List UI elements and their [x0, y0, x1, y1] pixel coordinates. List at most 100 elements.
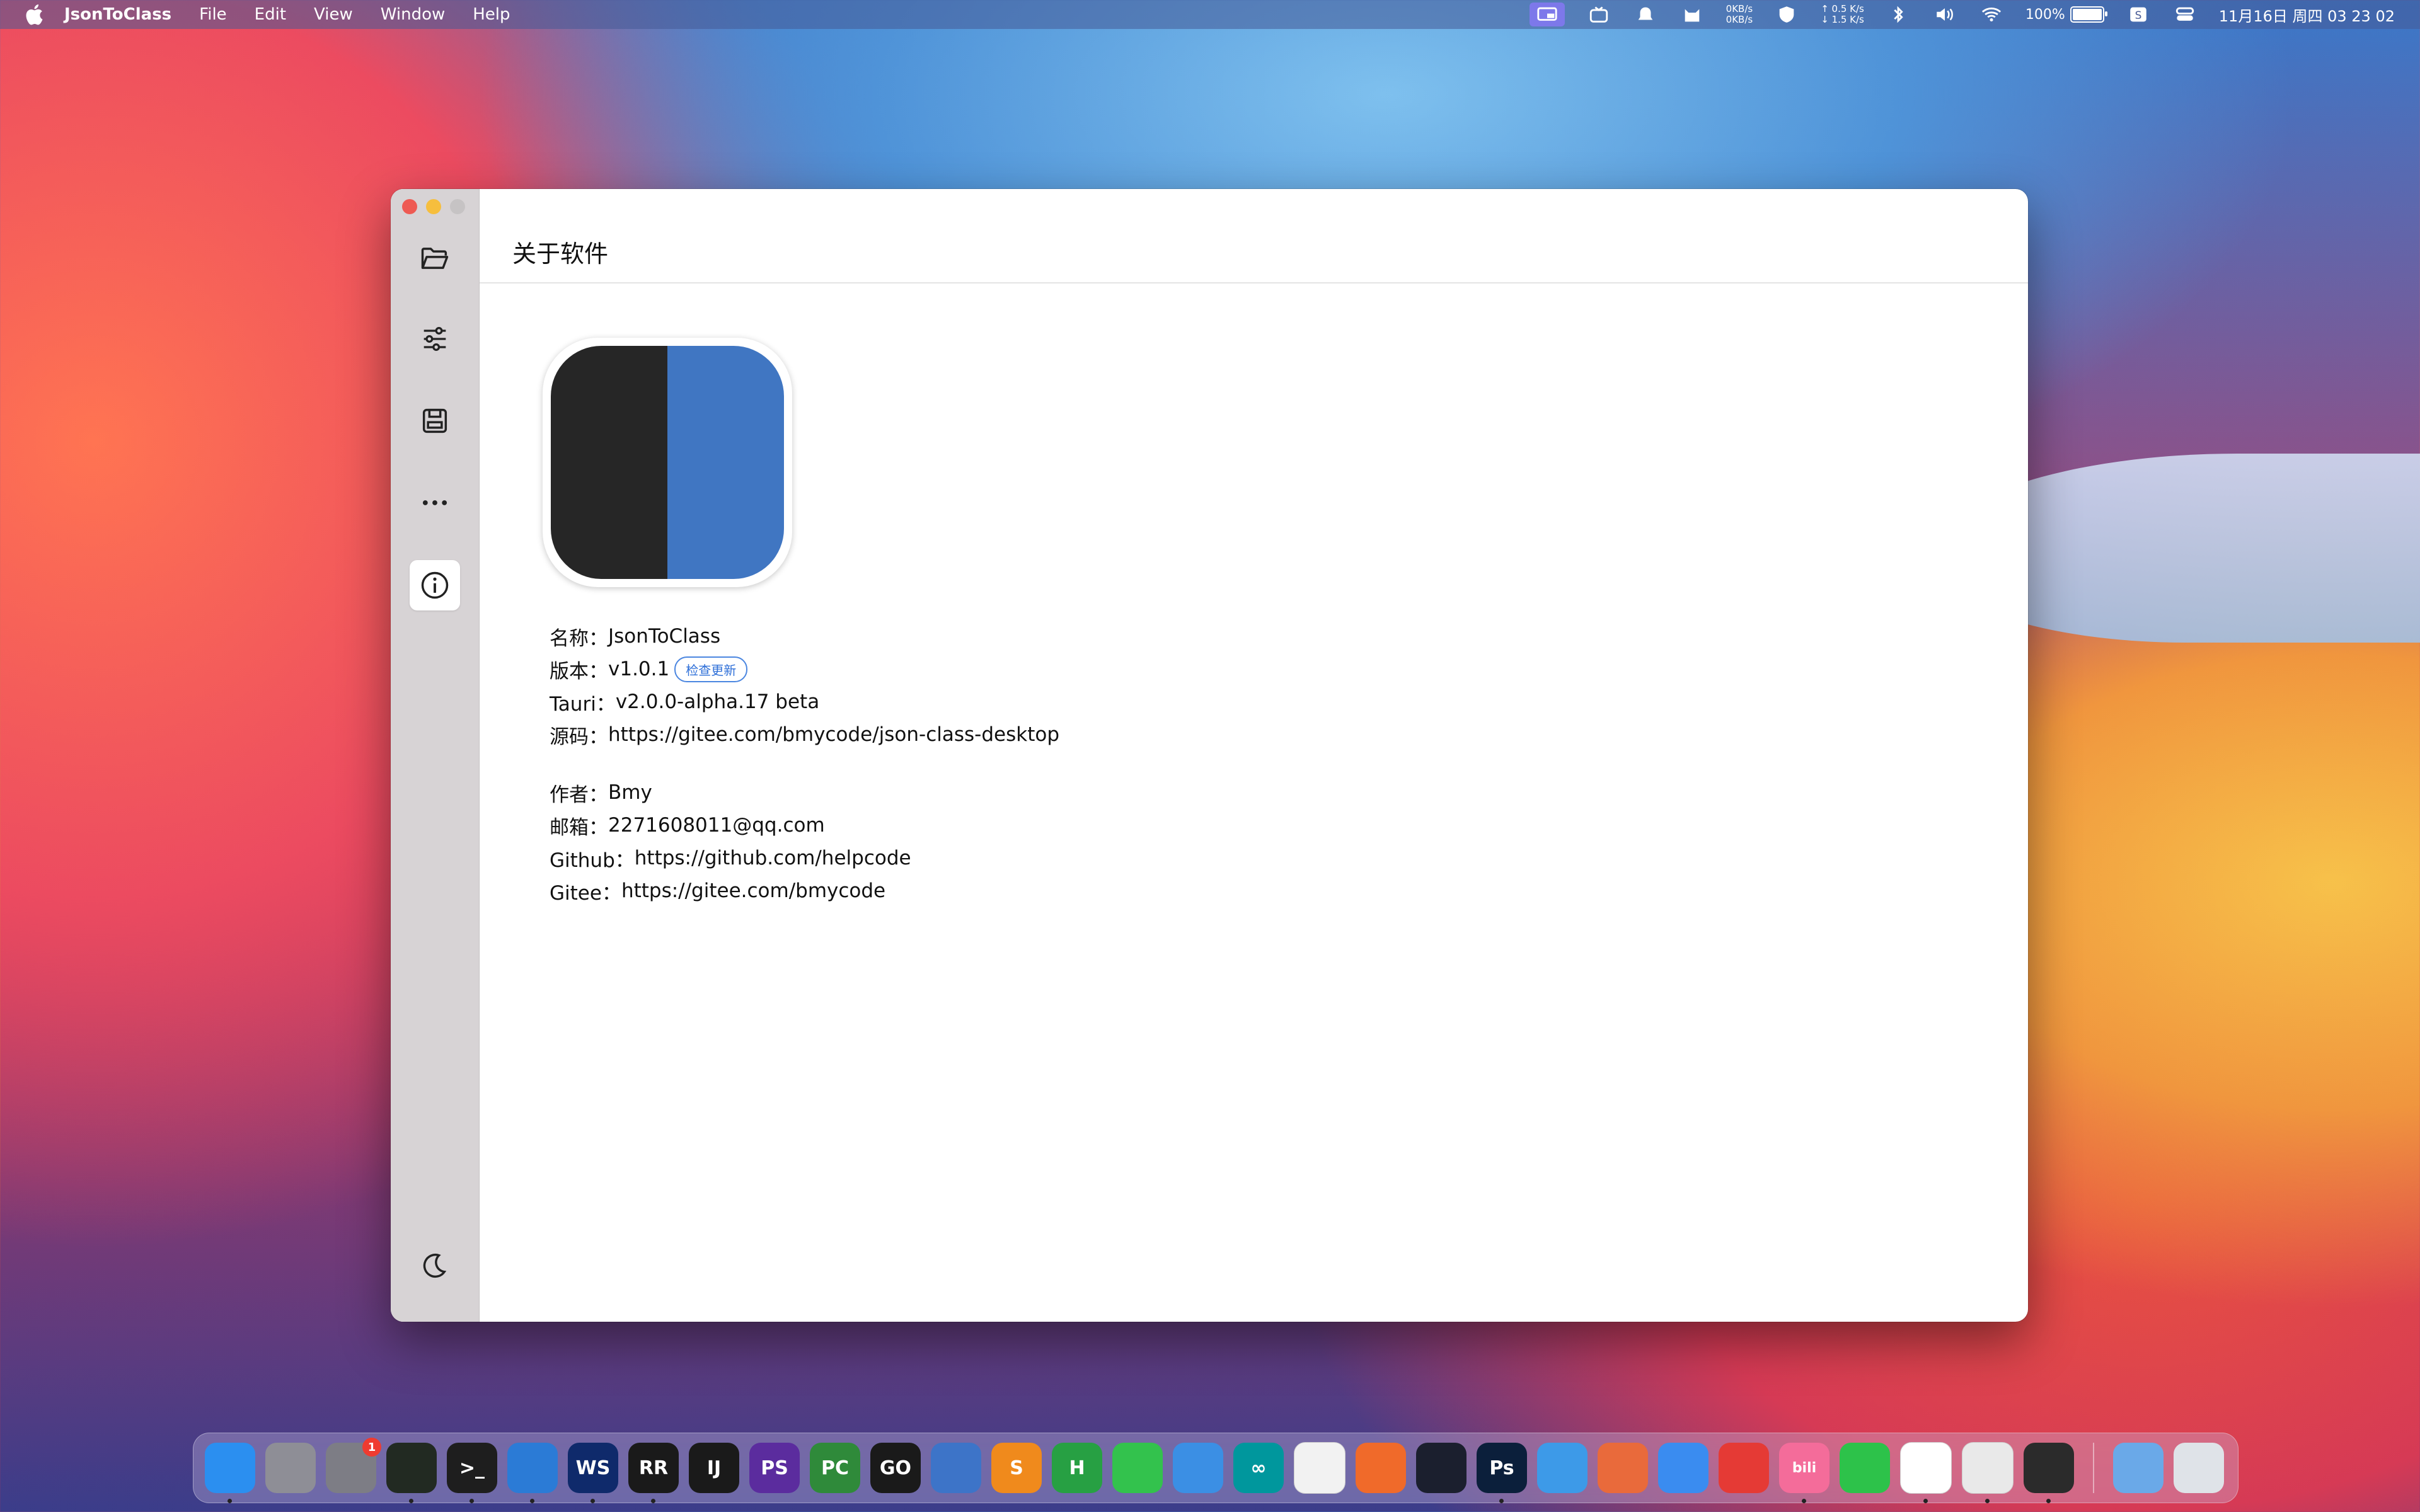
bell-icon[interactable]: [1633, 4, 1658, 25]
sidebar-about-button[interactable]: [410, 560, 460, 610]
info-tauri-row: Tauri： v2.0.0-alpha.17 beta: [550, 685, 1059, 718]
screen-mirror-icon[interactable]: [1529, 3, 1565, 26]
gitee-link[interactable]: https://gitee.com/bmycode: [621, 879, 885, 902]
main-content: 关于软件 名称： JsonToClass 版本： v1.0.1 检查更新 Tau…: [480, 189, 2028, 1322]
netease-music-icon[interactable]: [1719, 1443, 1769, 1493]
github-link[interactable]: https://github.com/helpcode: [635, 847, 911, 869]
volume-icon[interactable]: [1932, 4, 1957, 25]
control-center-icon[interactable]: [2172, 4, 2198, 25]
launchpad-icon[interactable]: [265, 1443, 316, 1493]
save-icon: [422, 408, 447, 433]
source-link[interactable]: https://gitee.com/bmycode/json-class-des…: [608, 723, 1059, 746]
terminal-icon[interactable]: >_: [447, 1443, 497, 1503]
svg-text:S: S: [2135, 9, 2141, 22]
photoshop-icon[interactable]: Ps: [1477, 1443, 1527, 1503]
email-label: 邮箱：: [550, 816, 608, 839]
arduino-icon[interactable]: ∞: [1233, 1443, 1284, 1493]
about-info: 名称： JsonToClass 版本： v1.0.1 检查更新 Tauri： v…: [550, 620, 1059, 907]
goland-icon[interactable]: GO: [870, 1443, 921, 1493]
menu-bar: JsonToClass File Edit View Window Help 0…: [0, 0, 2420, 29]
menu-edit[interactable]: Edit: [255, 5, 286, 24]
info-icon: [421, 571, 449, 599]
running-indicator: [228, 1499, 232, 1503]
pycharm-label: PC: [821, 1457, 849, 1479]
instruments-icon[interactable]: [931, 1443, 981, 1493]
menu-app-name[interactable]: JsonToClass: [64, 5, 171, 24]
database-icon[interactable]: [1537, 1443, 1587, 1493]
running-indicator: [1923, 1499, 1928, 1503]
activity-monitor-icon[interactable]: [386, 1443, 437, 1503]
photos-icon[interactable]: [1294, 1442, 1345, 1494]
info-github-row: Github： https://github.com/helpcode: [550, 842, 1059, 874]
zoom-window-button[interactable]: [450, 199, 465, 214]
sidebar-open-file-button[interactable]: [410, 233, 460, 284]
info-email-row: 邮箱： 2271608011@qq.com: [550, 809, 1059, 842]
net-up-text: ↑ 0.5 K/s: [1821, 3, 1864, 14]
chrome-icon[interactable]: [1962, 1442, 2014, 1503]
page-title: 关于软件: [512, 240, 609, 268]
info-author-row: 作者： Bmy: [550, 776, 1059, 809]
hbuilder-icon[interactable]: H: [1052, 1443, 1102, 1493]
app-window: 关于软件 名称： JsonToClass 版本： v1.0.1 检查更新 Tau…: [391, 189, 2028, 1322]
minimize-window-button[interactable]: [426, 199, 441, 214]
wifi-icon[interactable]: [1979, 4, 2004, 25]
check-update-button[interactable]: 检查更新: [674, 656, 748, 682]
sidebar-settings-button[interactable]: [410, 314, 460, 364]
pen-app-icon[interactable]: [1356, 1443, 1406, 1493]
sidebar: [391, 189, 480, 1322]
system-preferences-icon[interactable]: 1: [326, 1438, 381, 1493]
downloads-folder-icon[interactable]: [2113, 1443, 2164, 1493]
author-label: 作者：: [550, 783, 608, 806]
rider-icon[interactable]: RR: [628, 1443, 679, 1503]
qq-icon[interactable]: [1900, 1442, 1952, 1503]
phpstorm-icon[interactable]: PS: [749, 1443, 800, 1493]
cat-app-icon[interactable]: [1658, 1443, 1708, 1493]
menu-file[interactable]: File: [199, 5, 227, 24]
sidebar-save-button[interactable]: [410, 396, 460, 446]
running-indicator: [470, 1499, 474, 1503]
menubar-clock[interactable]: 11月16日 周四 03 23 02: [2219, 4, 2395, 26]
running-indicator: [1802, 1499, 1806, 1503]
pycharm-icon[interactable]: PC: [810, 1443, 860, 1493]
network-speed-a: 0KB/s 0KB/s: [1726, 4, 1753, 25]
messages-icon[interactable]: [1112, 1443, 1163, 1493]
close-window-button[interactable]: [402, 199, 417, 214]
bilibili-icon[interactable]: bili: [1779, 1443, 1829, 1503]
menu-view[interactable]: View: [314, 5, 353, 24]
apple-icon[interactable]: [23, 2, 48, 27]
bluetooth-icon[interactable]: [1886, 4, 1911, 25]
net-down-text: ↓ 1.5 K/s: [1821, 14, 1864, 25]
info-source-row: 源码： https://gitee.com/bmycode/json-class…: [550, 718, 1059, 751]
info-name-row: 名称： JsonToClass: [550, 620, 1059, 653]
wechat-icon[interactable]: [1840, 1443, 1890, 1493]
cat-status-icon[interactable]: [1680, 4, 1705, 25]
rider-label: RR: [638, 1457, 669, 1479]
sogou-input-icon[interactable]: S: [2126, 4, 2151, 25]
xcode-icon[interactable]: [1173, 1443, 1223, 1493]
dock: 1 >_ WS RR IJ PS PC GO S H ∞ Ps bili: [193, 1433, 2238, 1503]
tv-icon[interactable]: [1586, 4, 1611, 25]
name-label: 名称：: [550, 627, 608, 650]
arduino-label: ∞: [1250, 1457, 1267, 1479]
webstorm-icon[interactable]: WS: [568, 1443, 618, 1503]
sidebar-more-button[interactable]: [410, 478, 460, 528]
email-value[interactable]: 2271608011@qq.com: [608, 814, 825, 837]
sublime-icon[interactable]: S: [991, 1443, 1042, 1493]
vscode-icon[interactable]: [507, 1443, 558, 1503]
source-label: 源码：: [550, 725, 608, 748]
battery-icon: [2070, 6, 2107, 23]
openai-icon[interactable]: [1416, 1443, 1466, 1493]
html-app-icon[interactable]: [1598, 1443, 1648, 1493]
dark-mode-toggle[interactable]: [410, 1241, 460, 1292]
intellij-icon[interactable]: IJ: [689, 1443, 739, 1493]
photoshop-label: Ps: [1489, 1457, 1514, 1479]
menu-help[interactable]: Help: [473, 5, 510, 24]
running-indicator: [1985, 1499, 1990, 1503]
battery-status[interactable]: 100%: [2025, 6, 2107, 23]
jsontoclass-icon[interactable]: [2024, 1443, 2074, 1503]
trash-icon[interactable]: [2174, 1443, 2224, 1493]
shield-icon[interactable]: [1774, 4, 1799, 25]
menu-window[interactable]: Window: [381, 5, 446, 24]
bilibili-label: bili: [1792, 1460, 1817, 1476]
finder-icon[interactable]: [205, 1443, 255, 1503]
